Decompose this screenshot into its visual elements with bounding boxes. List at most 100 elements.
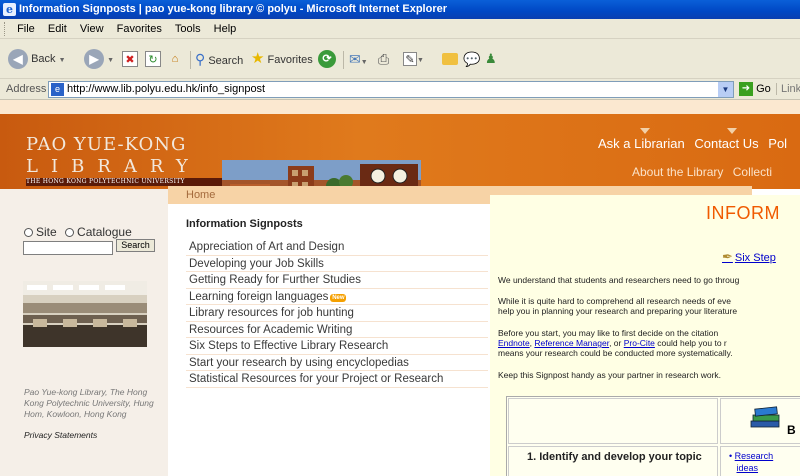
dropdown-arrow-icon[interactable]: ▼ bbox=[361, 59, 368, 66]
nav-about-the-library[interactable]: About the Library bbox=[632, 165, 723, 179]
links-bar[interactable]: Links bbox=[776, 83, 800, 95]
signposts-list: Appreciation of Art and Design Developin… bbox=[186, 239, 488, 388]
table-header-text: B bbox=[787, 423, 796, 437]
menu-help[interactable]: Help bbox=[209, 23, 242, 35]
nav-ask-a-librarian[interactable]: Ask a Librarian bbox=[598, 136, 685, 151]
ie-logo-icon: e bbox=[3, 3, 16, 16]
dropdown-arrow-icon[interactable]: ▼ bbox=[59, 57, 66, 64]
url-field[interactable]: e http://www.lib.polyu.edu.hk/info_signp… bbox=[48, 81, 734, 98]
menu-view[interactable]: View bbox=[75, 23, 109, 35]
left-sidebar: Site Catalogue Search Pao Yue-kong Libra… bbox=[0, 189, 168, 476]
messenger-button[interactable]: 💬 bbox=[463, 48, 480, 70]
toolbar-separator bbox=[343, 51, 344, 69]
nav-pol[interactable]: Pol bbox=[768, 136, 787, 151]
paragraph-4: Keep this Signpost handy as your partner… bbox=[498, 370, 722, 380]
signpost-item[interactable]: Getting Ready for Further Studies bbox=[186, 272, 488, 289]
folder-button[interactable] bbox=[442, 48, 458, 70]
reference-manager-link[interactable]: Reference Manager bbox=[534, 338, 609, 348]
stop-icon: ✖ bbox=[122, 51, 138, 68]
nav-collections[interactable]: Collecti bbox=[733, 165, 772, 179]
search-icon: ⚲ bbox=[195, 51, 206, 67]
nav-contact-us[interactable]: Contact Us bbox=[694, 136, 758, 151]
search-button[interactable]: Search bbox=[116, 239, 155, 252]
web-page: PAO YUE-KONG LIBRARY THE HONG KONG POLYT… bbox=[0, 100, 800, 476]
standard-toolbar: ◀ Back ▼ ▶ ▼ ✖ ↻ ⌂ ⚲ Search ★ Favorites … bbox=[0, 39, 800, 79]
menu-edit[interactable]: Edit bbox=[43, 23, 72, 35]
page-icon: e bbox=[51, 83, 64, 96]
history-button[interactable]: ⟳ bbox=[318, 48, 336, 70]
refresh-button[interactable]: ↻ bbox=[145, 48, 161, 70]
top-navigation: Ask a Librarian Contact Us Pol bbox=[598, 136, 793, 151]
signpost-item[interactable]: Start your research by using encyclopedi… bbox=[186, 355, 488, 371]
star-icon: ★ bbox=[251, 50, 265, 67]
signpost-item[interactable]: Appreciation of Art and Design bbox=[186, 239, 488, 256]
search-scope: Site Catalogue bbox=[24, 225, 132, 239]
stop-button[interactable]: ✖ bbox=[122, 48, 138, 70]
intro-paragraph: We understand that students and research… bbox=[498, 275, 740, 285]
privacy-statements-link[interactable]: Privacy Statements bbox=[24, 430, 97, 440]
radio-site-label[interactable]: Site bbox=[36, 225, 57, 239]
menu-favorites[interactable]: Favorites bbox=[112, 23, 167, 35]
library-address: Pao Yue-kong Library, The Hong Kong Poly… bbox=[24, 387, 154, 419]
table-header-cell bbox=[508, 398, 718, 444]
menu-bar: File Edit View Favorites Tools Help bbox=[0, 19, 800, 39]
radio-catalogue-label[interactable]: Catalogue bbox=[77, 225, 132, 239]
pro-cite-link[interactable]: Pro-Cite bbox=[624, 338, 655, 348]
logo-line-3[interactable]: THE HONG KONG POLYTECHNIC UNIVERSITY bbox=[26, 178, 222, 186]
back-arrow-icon: ◀ bbox=[8, 49, 28, 70]
toolbar-grip[interactable] bbox=[4, 22, 7, 36]
signpost-item[interactable]: Statistical Resources for your Project o… bbox=[186, 371, 488, 388]
url-dropdown-icon[interactable]: ▼ bbox=[718, 82, 733, 97]
paragraph-2a: While it is quite hard to comprehend all… bbox=[498, 296, 731, 306]
library-photo bbox=[23, 281, 147, 347]
main-content: INFORM ✒ Six Step We understand that stud… bbox=[490, 195, 800, 476]
address-label: Address bbox=[6, 83, 47, 95]
favorites-button[interactable]: ★ Favorites bbox=[251, 48, 313, 70]
signpost-item[interactable]: Library resources for job hunting bbox=[186, 305, 488, 322]
go-arrow-icon: ➜ bbox=[739, 82, 753, 96]
endnote-link[interactable]: Endnote bbox=[498, 338, 530, 348]
radio-catalogue[interactable] bbox=[65, 228, 75, 237]
forward-button[interactable]: ▶ ▼ bbox=[84, 48, 114, 70]
logo-line-2[interactable]: LIBRARY bbox=[26, 156, 201, 177]
steps-table: B 1. Identify and develop your topic • R… bbox=[506, 396, 800, 476]
home-icon: ⌂ bbox=[171, 53, 179, 66]
discuss-icon: 💬 bbox=[463, 51, 481, 67]
research-ideas-link[interactable]: • Research ideas bbox=[729, 450, 773, 474]
dropdown-arrow-icon[interactable]: ▼ bbox=[417, 57, 424, 64]
print-button[interactable]: ⎙ bbox=[378, 48, 389, 70]
window-title: Information Signposts | pao yue-kong lib… bbox=[19, 3, 448, 15]
back-button[interactable]: ◀ Back ▼ bbox=[8, 48, 66, 70]
books-icon bbox=[750, 406, 780, 428]
radio-site[interactable] bbox=[24, 228, 33, 237]
nav-marker bbox=[727, 128, 737, 134]
people-button[interactable]: ♟ bbox=[485, 48, 497, 70]
signpost-item[interactable]: Learning foreign languages New bbox=[186, 289, 488, 305]
search-button[interactable]: ⚲ Search bbox=[195, 48, 243, 70]
menu-tools[interactable]: Tools bbox=[170, 23, 206, 35]
signposts-heading: Information Signposts bbox=[186, 218, 303, 230]
search-input[interactable] bbox=[23, 241, 113, 255]
toolbar-separator bbox=[190, 51, 191, 69]
page-title: INFORM bbox=[706, 203, 780, 223]
six-steps-link[interactable]: ✒ Six Step bbox=[722, 249, 776, 265]
quill-icon: ✒ bbox=[722, 249, 733, 264]
signpost-item[interactable]: Developing your Job Skills bbox=[186, 256, 488, 272]
signpost-item[interactable]: Six Steps to Effective Library Research bbox=[186, 338, 488, 355]
people-icon: ♟ bbox=[485, 51, 497, 66]
breadcrumb-home[interactable]: Home bbox=[186, 189, 215, 201]
url-text[interactable]: http://www.lib.polyu.edu.hk/info_signpos… bbox=[67, 83, 265, 95]
library-photo-graphic bbox=[23, 281, 147, 347]
forward-arrow-icon: ▶ bbox=[84, 49, 104, 70]
home-button[interactable]: ⌂ bbox=[167, 48, 183, 70]
signpost-item[interactable]: Resources for Academic Writing bbox=[186, 322, 488, 338]
table-row: • Research ideas bbox=[720, 446, 800, 476]
logo-line-1[interactable]: PAO YUE-KONG bbox=[26, 134, 186, 155]
edit-icon: ✎ bbox=[403, 52, 417, 67]
dropdown-arrow-icon[interactable]: ▼ bbox=[107, 57, 114, 64]
window-title-bar: e Information Signposts | pao yue-kong l… bbox=[0, 0, 800, 19]
mail-button[interactable]: ✉▼ bbox=[349, 48, 368, 70]
go-button[interactable]: ➜ Go bbox=[739, 82, 771, 96]
menu-file[interactable]: File bbox=[12, 23, 40, 35]
edit-button[interactable]: ✎ ▼ bbox=[403, 48, 424, 70]
